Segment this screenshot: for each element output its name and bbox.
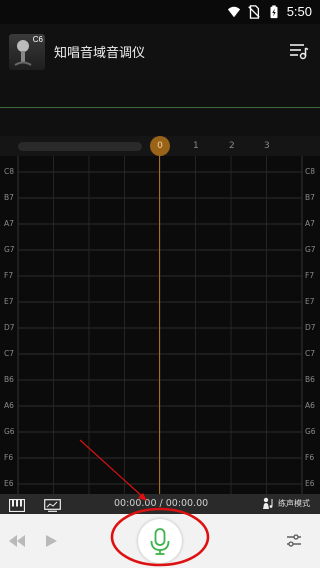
grid-lines (17, 156, 303, 494)
record-button[interactable] (138, 519, 182, 563)
playhead-marker[interactable]: 0 (150, 136, 170, 156)
note-label-left: F7 (4, 271, 14, 280)
singer-icon (263, 497, 273, 509)
bottom-controls (0, 514, 320, 568)
time-display: 00:00.00 / 00:00.00 (114, 498, 209, 509)
piano-keyboard-icon[interactable] (8, 497, 26, 513)
note-label-right: E7 (305, 297, 315, 306)
note-label-left: G6 (4, 427, 15, 436)
screen-icon[interactable] (44, 497, 61, 512)
status-bar: 5:50 (0, 0, 320, 24)
note-label-right: D7 (305, 323, 316, 332)
logo-text: C6 (32, 35, 43, 44)
note-label-right: G7 (305, 245, 316, 254)
note-label-right: A6 (305, 401, 315, 410)
wifi-icon (227, 6, 240, 17)
playhead-line (159, 156, 160, 494)
time-tick: 3 (264, 141, 270, 151)
note-label-left: A7 (4, 219, 14, 228)
note-label-left: G7 (4, 245, 15, 254)
note-label-left: E6 (4, 479, 14, 488)
equalizer-settings-icon[interactable] (286, 533, 302, 549)
note-label-right: G6 (305, 427, 316, 436)
note-label-right: B7 (305, 193, 315, 202)
no-sim-icon (247, 4, 260, 19)
app-logo: C6 (9, 34, 45, 70)
note-label-left: F6 (4, 453, 14, 462)
note-label-left: E7 (4, 297, 14, 306)
note-label-right: F7 (305, 271, 315, 280)
music-list-icon[interactable] (288, 40, 310, 62)
microphone-icon (150, 528, 170, 555)
note-label-left: B6 (4, 375, 14, 384)
battery-icon (270, 4, 278, 18)
practice-mode-label: 练声模式 (278, 499, 310, 508)
note-label-left: B7 (4, 193, 14, 202)
time-tick: 1 (193, 141, 199, 151)
status-time: 5:50 (286, 4, 312, 19)
app-header: C6 知唱音域音调仪 (0, 24, 320, 80)
note-label-right: B6 (305, 375, 315, 384)
time-tick: 2 (229, 141, 235, 151)
rewind-icon[interactable] (8, 533, 26, 547)
pitch-track (0, 80, 320, 136)
pitch-line (0, 107, 320, 108)
note-label-left: C8 (4, 167, 15, 176)
practice-mode-button[interactable]: 练声模式 (262, 497, 310, 510)
timeline: 0 1 2 3 (0, 136, 320, 156)
note-label-right: C8 (305, 167, 316, 176)
toolbar: 00:00.00 / 00:00.00 练声模式 (0, 494, 320, 514)
note-label-right: A7 (305, 219, 315, 228)
note-label-right: C7 (305, 349, 316, 358)
note-label-right: E6 (305, 479, 315, 488)
play-icon[interactable] (44, 533, 58, 547)
pitch-grid: C8 C8 B7 B7 A7 A7 G7 G7 F7 F7 E7 E7 D7 D7 C7 C7 B6 B6 A6 A6… (0, 156, 320, 494)
app-title: 知唱音域音调仪 (54, 46, 146, 61)
note-label-left: C7 (4, 349, 15, 358)
note-label-right: F6 (305, 453, 315, 462)
timeline-scrollbar[interactable] (18, 142, 142, 151)
note-label-left: D7 (4, 323, 15, 332)
status-icons: 5:50 (227, 4, 312, 19)
note-label-left: A6 (4, 401, 14, 410)
